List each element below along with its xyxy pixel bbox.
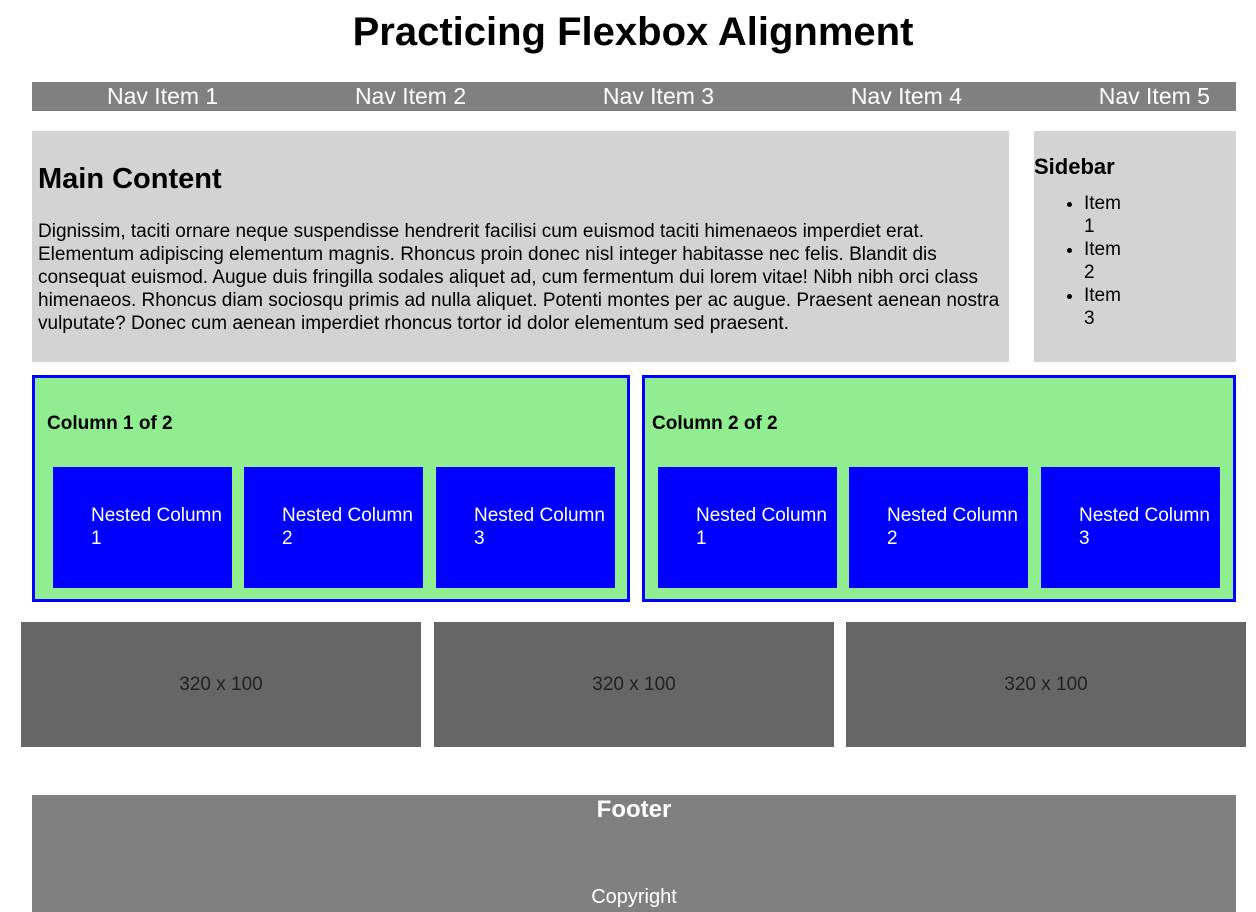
- footer-heading: Footer: [596, 796, 672, 823]
- footer: Footer Copyright: [32, 795, 1236, 912]
- column-heading: Column 1 of 2: [47, 413, 173, 434]
- nav-item-5[interactable]: Nav Item 5: [1099, 82, 1210, 111]
- main-content: Main Content Dignissim, taciti ornare ne…: [32, 131, 1009, 362]
- nav-item-3[interactable]: Nav Item 3: [603, 82, 714, 111]
- column-1: Column 1 of 2 Nested Column 1 Nested Col…: [32, 375, 630, 602]
- main-paragraph: Dignissim, taciti ornare neque suspendis…: [38, 221, 1000, 334]
- nav-item-4[interactable]: Nav Item 4: [851, 82, 962, 111]
- nav-item-1[interactable]: Nav Item 1: [107, 82, 218, 111]
- placeholder-image: 320 x 100: [21, 622, 421, 747]
- page-title: Practicing Flexbox Alignment: [352, 10, 914, 54]
- nested-column: Nested Column 2: [244, 467, 423, 588]
- column-heading: Column 2 of 2: [652, 413, 778, 434]
- main-heading: Main Content: [38, 163, 222, 195]
- placeholder-image: 320 x 100: [846, 622, 1246, 747]
- sidebar-list-item: Item 3: [1084, 284, 1129, 330]
- nested-column: Nested Column 1: [53, 467, 232, 588]
- footer-copyright: Copyright: [591, 886, 677, 908]
- nested-column: Nested Column 3: [1041, 467, 1220, 588]
- sidebar: Sidebar Item 1 Item 2 Item 3: [1034, 131, 1236, 362]
- nav-bar: Nav Item 1 Nav Item 2 Nav Item 3 Nav Ite…: [32, 82, 1236, 111]
- nested-column: Nested Column 3: [436, 467, 615, 588]
- column-2: Column 2 of 2 Nested Column 1 Nested Col…: [642, 375, 1236, 602]
- nested-column: Nested Column 2: [849, 467, 1028, 588]
- sidebar-list: Item 1 Item 2 Item 3: [1034, 192, 1236, 330]
- nav-item-2[interactable]: Nav Item 2: [355, 82, 466, 111]
- sidebar-heading: Sidebar: [1034, 154, 1115, 179]
- sidebar-list-item: Item 1: [1084, 192, 1129, 238]
- placeholder-image: 320 x 100: [434, 622, 834, 747]
- nested-column: Nested Column 1: [658, 467, 837, 588]
- sidebar-list-item: Item 2: [1084, 238, 1129, 284]
